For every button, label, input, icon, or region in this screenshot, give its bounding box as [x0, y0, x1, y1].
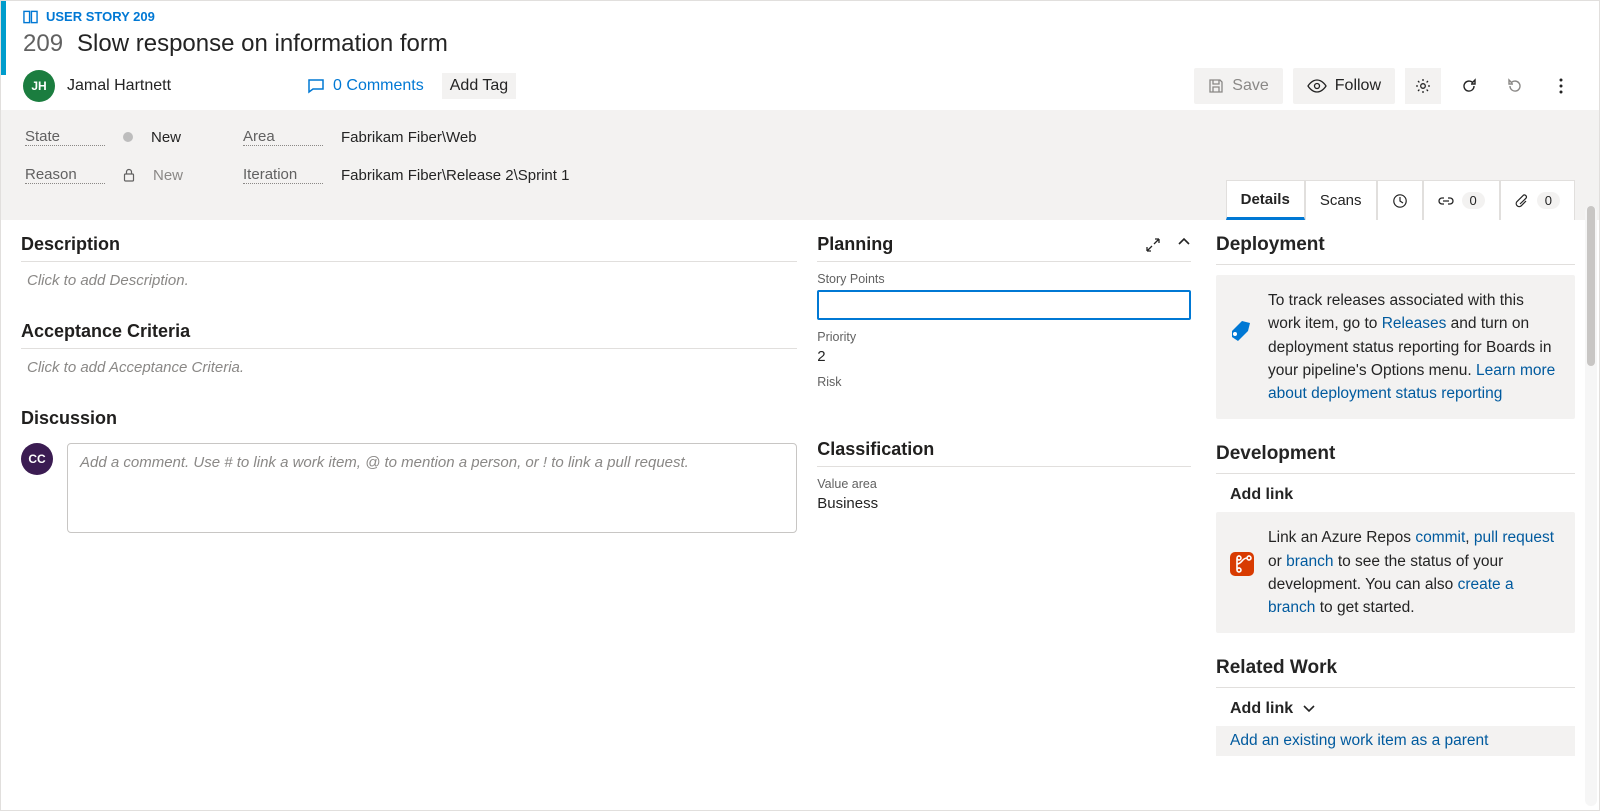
value-area-label: Value area: [817, 477, 1191, 491]
history-icon: [1392, 193, 1408, 209]
attachments-count: 0: [1537, 192, 1560, 209]
commit-link[interactable]: commit: [1415, 529, 1465, 546]
value-area-value[interactable]: Business: [817, 495, 1191, 512]
work-item-accent-bar: [1, 1, 6, 75]
follow-label: Follow: [1335, 77, 1381, 95]
area-label: Area: [243, 128, 323, 146]
save-button[interactable]: Save: [1194, 68, 1282, 104]
work-item-title[interactable]: Slow response on information form: [77, 30, 448, 58]
eye-icon: [1307, 79, 1327, 93]
branch-link[interactable]: branch: [1286, 553, 1333, 570]
planning-heading: Planning: [817, 234, 893, 255]
state-label: State: [25, 128, 105, 146]
description-field[interactable]: Click to add Description.: [21, 262, 797, 299]
refresh-icon: [1461, 78, 1477, 94]
risk-label: Risk: [817, 375, 1191, 389]
tab-details[interactable]: Details: [1226, 180, 1305, 220]
more-button[interactable]: [1543, 68, 1579, 104]
tab-history[interactable]: [1377, 180, 1423, 220]
add-tag-button[interactable]: Add Tag: [442, 73, 516, 99]
acceptance-field[interactable]: Click to add Acceptance Criteria.: [21, 349, 797, 386]
link-icon: [1438, 195, 1454, 207]
reason-label: Reason: [25, 166, 105, 184]
links-count: 0: [1462, 192, 1485, 209]
description-heading: Description: [21, 234, 797, 255]
iteration-value[interactable]: Fabrikam Fiber\Release 2\Sprint 1: [341, 167, 569, 184]
refresh-button[interactable]: [1451, 68, 1487, 104]
state-dot-icon: [123, 132, 133, 142]
development-add-link[interactable]: Add link: [1230, 486, 1575, 504]
tab-links[interactable]: 0: [1423, 180, 1500, 220]
reason-value[interactable]: New: [153, 167, 183, 184]
tab-scans[interactable]: Scans: [1305, 180, 1377, 220]
divider: [1216, 687, 1575, 688]
classification-heading: Classification: [817, 439, 1191, 460]
development-heading: Development: [1216, 443, 1575, 465]
story-points-label: Story Points: [817, 272, 1191, 286]
collapse-icon[interactable]: [1177, 237, 1191, 247]
tab-attachments[interactable]: 0: [1500, 180, 1575, 220]
attachment-icon: [1515, 193, 1529, 209]
work-item-id: 209: [23, 30, 63, 58]
avatar: JH: [23, 70, 55, 102]
divider: [817, 261, 1191, 262]
area-value[interactable]: Fabrikam Fiber\Web: [341, 129, 477, 146]
acceptance-heading: Acceptance Criteria: [21, 321, 797, 342]
priority-value[interactable]: 2: [817, 348, 1191, 365]
expand-icon[interactable]: [1145, 237, 1161, 253]
gear-icon: [1415, 78, 1431, 94]
undo-button[interactable]: [1497, 68, 1533, 104]
lock-icon: [123, 168, 135, 182]
add-parent-link[interactable]: Add an existing work item as a parent: [1216, 726, 1575, 756]
iteration-label: Iteration: [243, 166, 323, 184]
related-add-link[interactable]: Add link: [1230, 700, 1575, 718]
pull-request-link[interactable]: pull request: [1474, 529, 1554, 546]
chevron-down-icon: [1303, 705, 1315, 713]
undo-icon: [1507, 78, 1523, 94]
kebab-icon: [1559, 78, 1563, 94]
book-icon: [23, 10, 38, 24]
discussion-heading: Discussion: [21, 408, 797, 429]
save-label: Save: [1232, 77, 1268, 95]
tab-scans-label: Scans: [1320, 192, 1362, 209]
releases-link[interactable]: Releases: [1382, 315, 1447, 332]
assignee-picker[interactable]: JH Jamal Hartnett: [23, 70, 171, 102]
state-value[interactable]: New: [151, 129, 181, 146]
assignee-name: Jamal Hartnett: [67, 77, 171, 95]
crumb-label: USER STORY 209: [46, 9, 155, 24]
related-work-heading: Related Work: [1216, 657, 1575, 679]
divider: [1216, 473, 1575, 474]
save-icon: [1208, 78, 1224, 94]
comment-input[interactable]: Add a comment. Use # to link a work item…: [67, 443, 797, 533]
story-points-input[interactable]: [817, 290, 1191, 320]
development-info: Link an Azure Repos commit, pull request…: [1216, 512, 1575, 633]
tab-details-label: Details: [1241, 191, 1290, 208]
deployment-info: To track releases associated with this w…: [1216, 275, 1575, 419]
scrollbar[interactable]: [1585, 206, 1597, 806]
comment-icon: [307, 78, 325, 94]
settings-button[interactable]: [1405, 68, 1441, 104]
current-user-avatar: CC: [21, 443, 53, 475]
divider: [817, 466, 1191, 467]
repo-icon: [1228, 550, 1256, 578]
comments-button[interactable]: 0 Comments: [307, 77, 424, 95]
work-item-type-crumb[interactable]: USER STORY 209: [23, 9, 1579, 24]
pipeline-icon: [1228, 313, 1256, 341]
priority-label: Priority: [817, 330, 1191, 344]
follow-button[interactable]: Follow: [1293, 68, 1395, 104]
comments-label: 0 Comments: [333, 77, 424, 95]
deployment-heading: Deployment: [1216, 234, 1575, 256]
